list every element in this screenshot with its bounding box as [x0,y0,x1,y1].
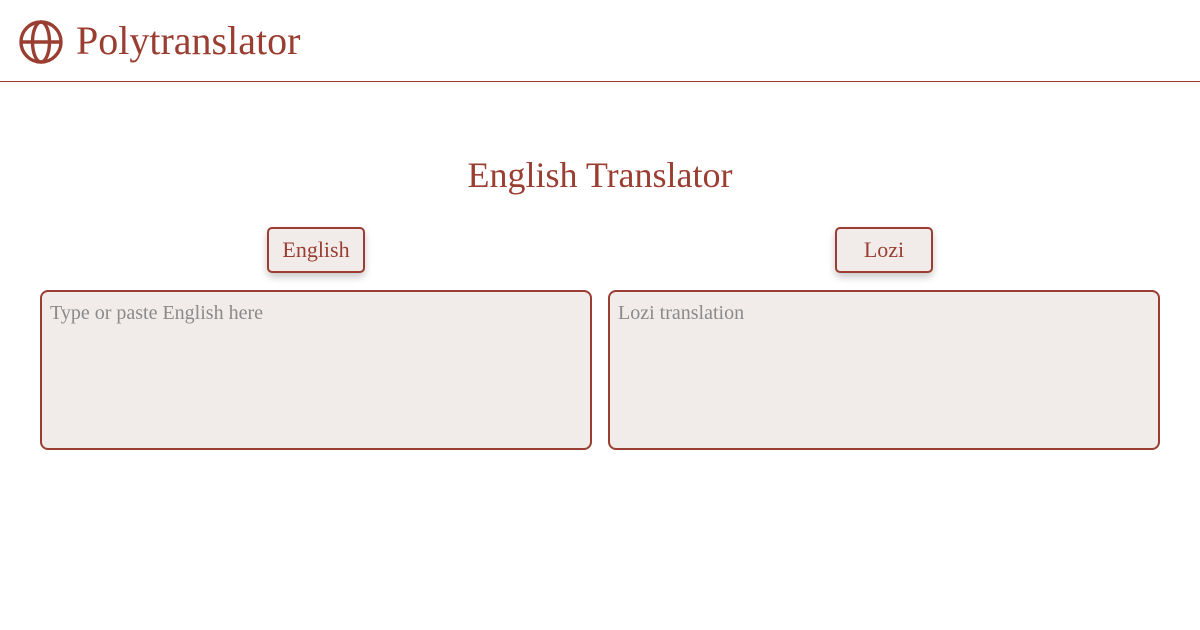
target-language-button[interactable]: Lozi [835,227,933,273]
globe-icon[interactable] [18,19,64,65]
source-text-input[interactable] [40,290,592,450]
translation-output[interactable] [608,290,1160,450]
page-title: English Translator [467,155,733,195]
source-language-button[interactable]: English [267,227,365,273]
app-title[interactable]: Polytranslator [76,16,300,66]
app-header: Polytranslator [0,0,1200,82]
